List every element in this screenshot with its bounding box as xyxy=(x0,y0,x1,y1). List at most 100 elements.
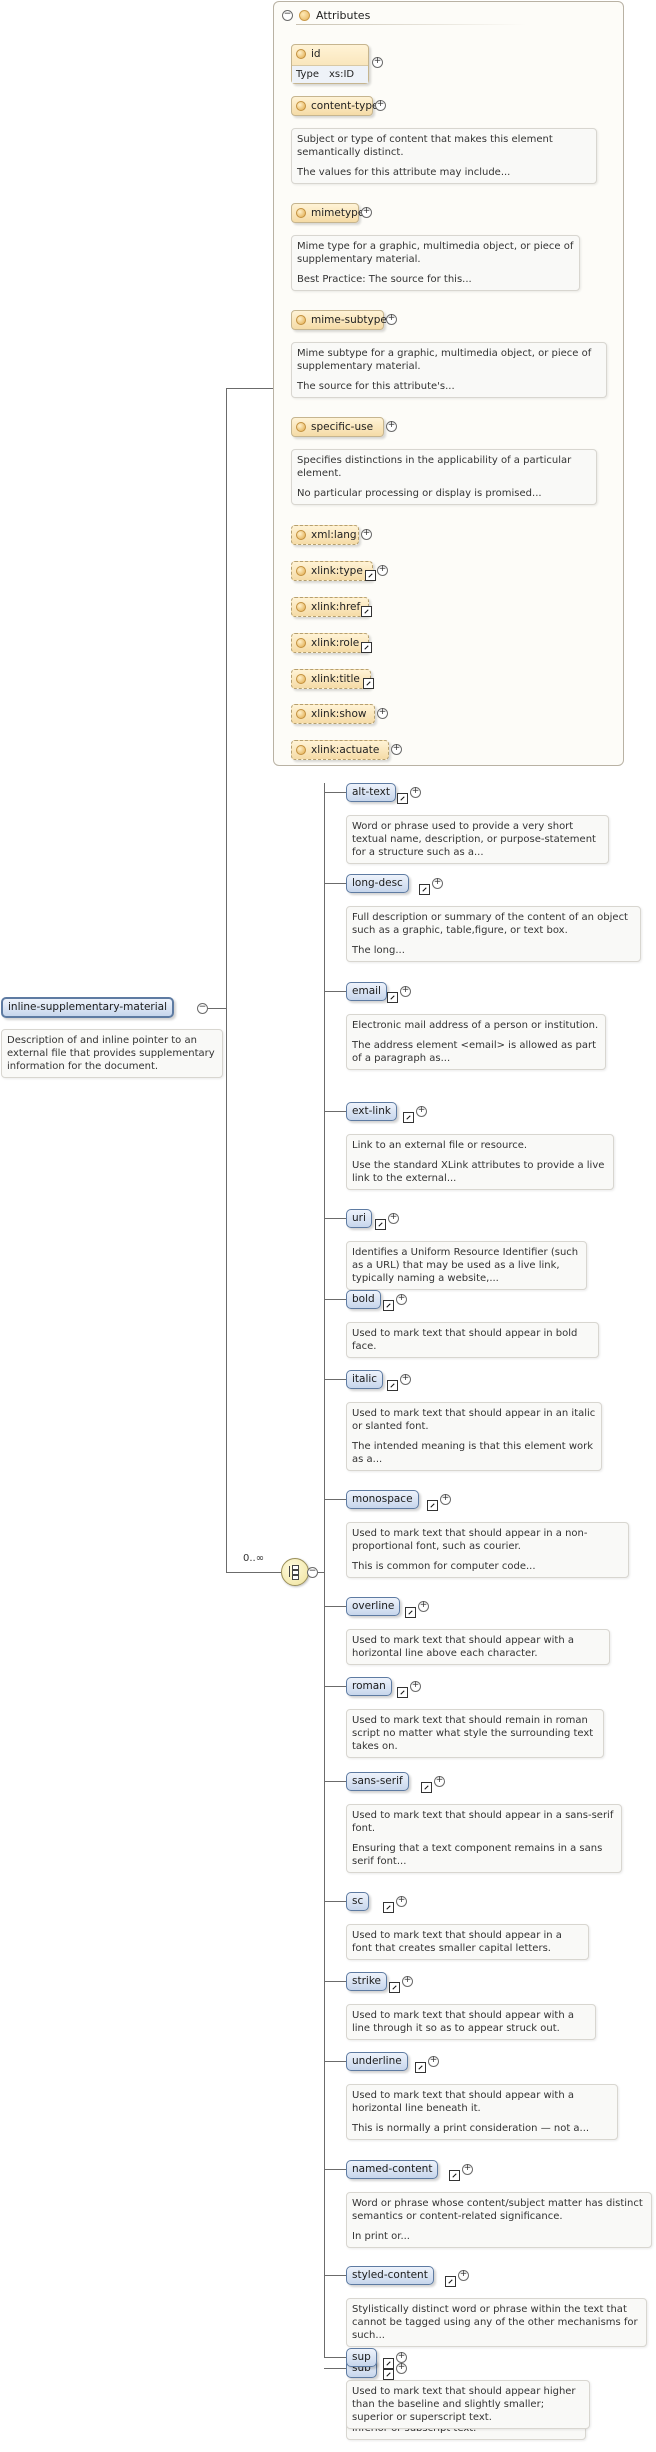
reference-icon xyxy=(389,1982,400,1993)
root-collapse-button[interactable] xyxy=(197,1003,208,1014)
connector-child-stub xyxy=(324,2357,346,2358)
element-bold-box[interactable]: bold xyxy=(346,1290,381,1309)
attribute-icon xyxy=(296,602,306,612)
element-monospace-box[interactable]: monospace xyxy=(346,1490,419,1509)
element-monospace-expand-button[interactable] xyxy=(440,1494,451,1505)
attribute-xlink-show-expand-button[interactable] xyxy=(377,708,388,719)
element-roman-expand-button[interactable] xyxy=(410,1681,421,1692)
attribute-xlink-title-box[interactable]: xlink:title xyxy=(291,669,371,689)
element-italic-expand-button[interactable] xyxy=(400,1374,411,1385)
attribute-id-expand-button[interactable] xyxy=(372,57,383,68)
element-email-box[interactable]: email xyxy=(346,982,387,1001)
element-styled-content-box[interactable]: styled-content xyxy=(346,2266,434,2285)
reference-icon xyxy=(363,678,374,689)
attribute-xlink-role-box[interactable]: xlink:role xyxy=(291,633,369,653)
element-italic-box[interactable]: italic xyxy=(346,1370,384,1389)
attribute-xlink-type-expand-button[interactable] xyxy=(377,565,388,576)
attribute-mimetype-expand-button[interactable] xyxy=(361,207,372,218)
element-long-desc-expand-button[interactable] xyxy=(432,878,443,889)
element-name: uri xyxy=(352,1212,366,1224)
reference-icon xyxy=(445,2276,456,2287)
element-uri-expand-button[interactable] xyxy=(388,1213,399,1224)
attribute-id-header: id xyxy=(296,48,321,60)
reference-icon xyxy=(361,606,372,617)
reference-icon xyxy=(383,2369,394,2380)
connector-child-stub xyxy=(324,1606,346,1607)
element-name: long-desc xyxy=(352,877,403,889)
attribute-specific-use-box[interactable]: specific-use xyxy=(291,417,384,437)
element-email-expand-button[interactable] xyxy=(400,986,411,997)
attribute-mime-subtype-box[interactable]: mime-subtype xyxy=(291,310,387,330)
attribute-xlink-actuate-expand-button[interactable] xyxy=(391,744,402,755)
element-name: ext-link xyxy=(352,1105,391,1117)
element-description-text: Link to an external file or resource. xyxy=(352,1140,528,1151)
reference-icon xyxy=(365,570,376,581)
element-strike-box[interactable]: strike xyxy=(346,1972,387,1991)
attribute-specific-use-expand-button[interactable] xyxy=(386,421,397,432)
element-long-desc-box[interactable]: long-desc xyxy=(346,874,409,893)
element-sans-serif-box[interactable]: sans-serif xyxy=(346,1772,409,1791)
element-description-text: Used to mark text that should appear in … xyxy=(352,1328,578,1352)
connector-child-stub xyxy=(324,2368,346,2369)
element-sup-expand-button[interactable] xyxy=(396,2352,407,2363)
attribute-xml-lang-expand-button[interactable] xyxy=(361,529,372,540)
attribute-mime-subtype-expand-button[interactable] xyxy=(386,314,397,325)
element-named-content-box[interactable]: named-content xyxy=(346,2160,439,2179)
attributes-collapse-button[interactable] xyxy=(282,9,293,21)
attribute-mimetype-box[interactable]: mimetype xyxy=(291,203,364,223)
attribute-description-text: Best Practice: The source for this... xyxy=(297,274,472,285)
element-email-description: Electronic mail address of a person or i… xyxy=(346,1014,606,1070)
element-sup-description: Used to mark text that should appear hig… xyxy=(346,2380,590,2429)
attribute-xlink-type-box[interactable]: xlink:type xyxy=(291,561,373,581)
element-description-text: Used to mark text that should appear wit… xyxy=(352,2090,575,2114)
attribute-id-box[interactable]: id Type xs:ID xyxy=(291,44,369,84)
element-name: sans-serif xyxy=(352,1775,403,1787)
element-description-text: Word or phrase used to provide a very sh… xyxy=(352,821,596,858)
element-roman-box[interactable]: roman xyxy=(346,1677,392,1696)
element-bold-expand-button[interactable] xyxy=(396,1294,407,1305)
element-sup-box[interactable]: sup xyxy=(346,2348,377,2367)
element-underline-expand-button[interactable] xyxy=(428,2056,439,2067)
attribute-specific-use-description: Specifies distinctions in the applicabil… xyxy=(291,449,597,505)
element-sc-expand-button[interactable] xyxy=(396,1896,407,1907)
element-description-text: Electronic mail address of a person or i… xyxy=(352,1020,599,1031)
attribute-icon xyxy=(296,49,306,59)
choice-collapse-button[interactable] xyxy=(307,1567,318,1578)
element-ext-link-expand-button[interactable] xyxy=(416,1106,427,1117)
attribute-content-type-expand-button[interactable] xyxy=(375,100,386,111)
element-underline-description: Used to mark text that should appear wit… xyxy=(346,2084,618,2140)
attribute-xml-lang-box[interactable]: xml:lang xyxy=(291,525,359,545)
choice-compositor-icon[interactable] xyxy=(281,1558,309,1586)
attribute-xlink-href-box[interactable]: xlink:href xyxy=(291,597,369,617)
connector-child-stub xyxy=(324,2061,346,2062)
attribute-icon xyxy=(296,638,306,648)
attribute-xlink-show-box[interactable]: xlink:show xyxy=(291,704,375,724)
element-name: bold xyxy=(352,1293,375,1305)
connector-main-vertical xyxy=(226,388,227,1573)
attribute-content-type-box[interactable]: content-type xyxy=(291,96,378,116)
element-strike-expand-button[interactable] xyxy=(402,1976,413,1987)
attribute-xlink-actuate-box[interactable]: xlink:actuate xyxy=(291,740,389,760)
element-sc-box[interactable]: sc xyxy=(346,1892,370,1911)
reference-icon xyxy=(403,1112,414,1123)
element-sub-expand-button[interactable] xyxy=(396,2363,407,2374)
element-description-text: Used to mark text that should remain in … xyxy=(352,1715,594,1752)
connector-child-stub xyxy=(324,883,346,884)
choice-occurrence: 0..∞ xyxy=(243,1553,265,1564)
attribute-name: xml:lang xyxy=(311,529,357,541)
connector-to-attributes xyxy=(226,388,273,389)
root-element-box[interactable]: inline-supplementary-material xyxy=(1,997,174,1018)
element-description-text: Used to mark text that should appear in … xyxy=(352,1930,562,1954)
element-overline-expand-button[interactable] xyxy=(418,1601,429,1612)
element-styled-content-expand-button[interactable] xyxy=(458,2270,469,2281)
element-alt-text-box[interactable]: alt-text xyxy=(346,783,396,802)
element-ext-link-box[interactable]: ext-link xyxy=(346,1102,397,1121)
element-name: alt-text xyxy=(352,786,390,798)
element-alt-text-expand-button[interactable] xyxy=(410,787,421,798)
element-sans-serif-expand-button[interactable] xyxy=(434,1776,445,1787)
element-underline-box[interactable]: underline xyxy=(346,2052,408,2071)
element-overline-box[interactable]: overline xyxy=(346,1597,401,1616)
attribute-icon xyxy=(296,101,306,111)
element-named-content-expand-button[interactable] xyxy=(462,2164,473,2175)
element-uri-box[interactable]: uri xyxy=(346,1209,372,1228)
